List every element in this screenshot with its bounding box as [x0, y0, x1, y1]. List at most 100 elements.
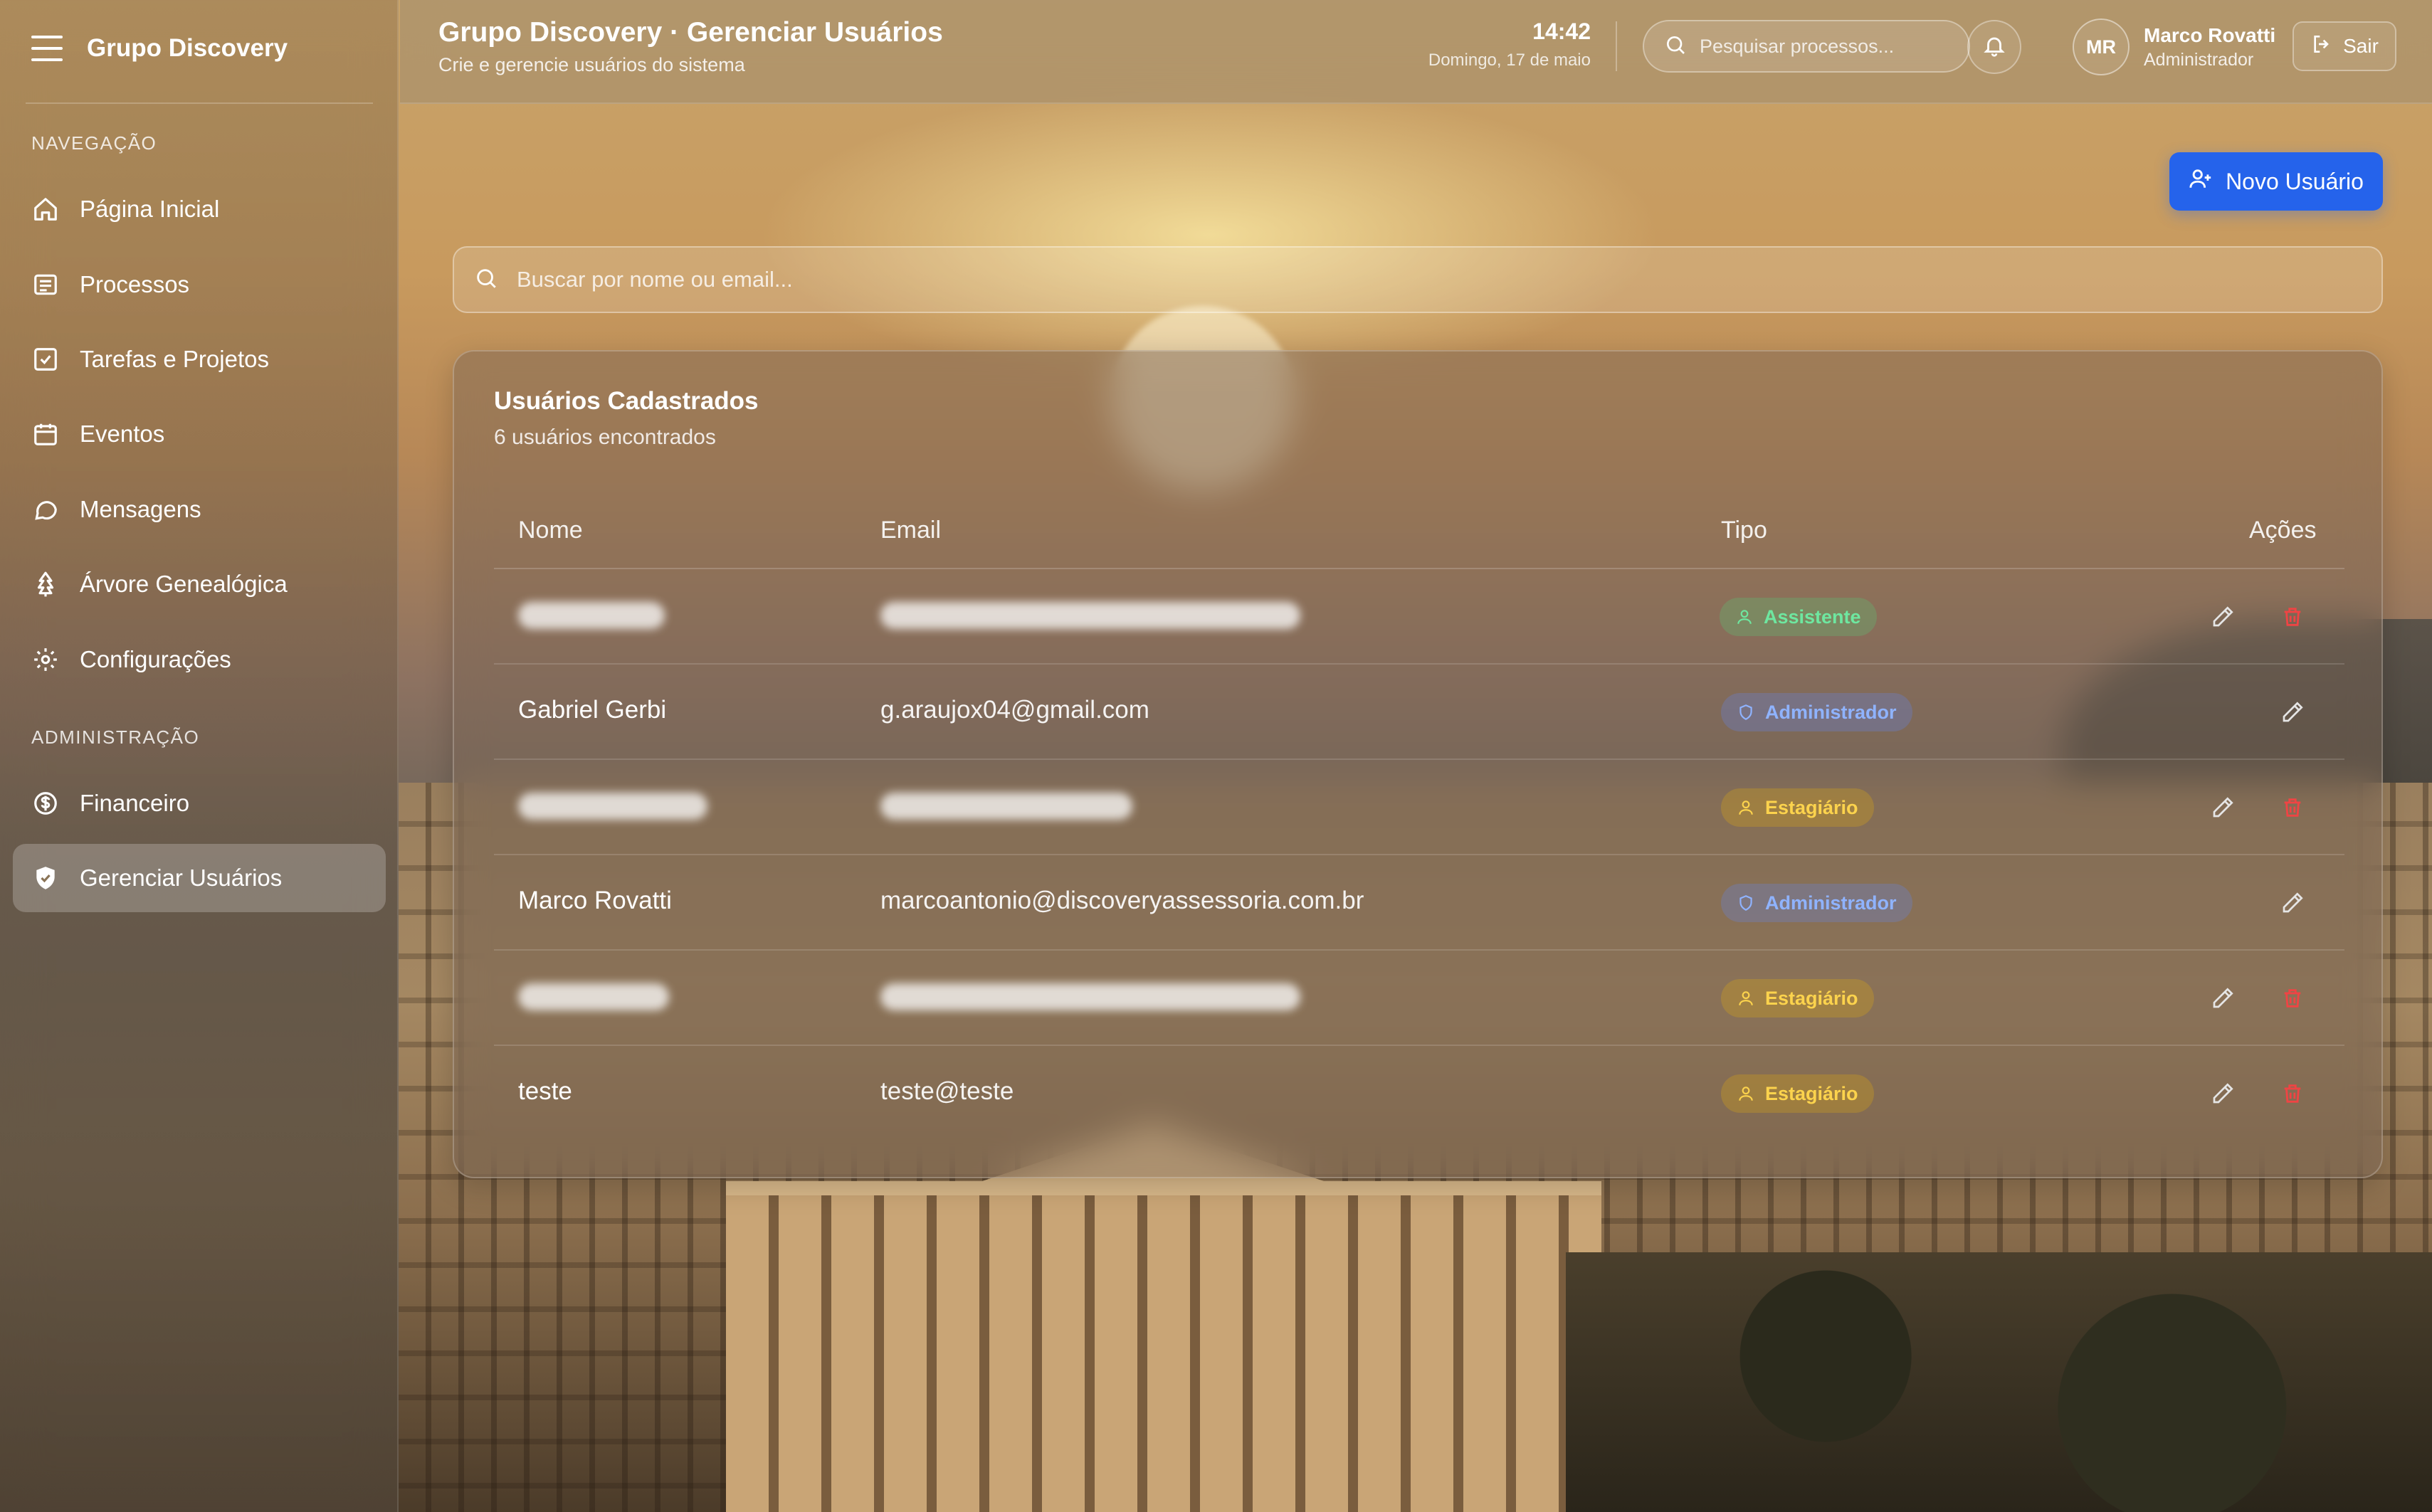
table-row: Estagiário [494, 760, 2344, 855]
new-user-label: Novo Usuário [2226, 168, 2364, 194]
sidebar-item-tarefas[interactable]: Tarefas e Projetos [13, 325, 386, 393]
users-card: Usuários Cadastrados 6 usuários encontra… [453, 350, 2383, 1178]
column-header-type: Tipo [1721, 517, 1767, 544]
sidebar-item-arvore[interactable]: Árvore Genealógica [13, 550, 386, 618]
edit-icon[interactable] [2206, 1077, 2239, 1110]
background-trees [1566, 1252, 2432, 1512]
sidebar-item-processos[interactable]: Processos [13, 250, 386, 319]
clock-time: 14:42 [1532, 18, 1591, 44]
header-search-input[interactable] [1700, 35, 1969, 58]
sidebar-item-home[interactable]: Página Inicial [13, 175, 386, 243]
bell-icon [1982, 33, 2006, 61]
sidebar-item-label: Tarefas e Projetos [80, 346, 269, 372]
table-row: teste teste@teste Estagiário [494, 1046, 2344, 1141]
redacted-name [518, 983, 669, 1010]
home-icon [31, 195, 60, 223]
user-icon [1739, 991, 1753, 1005]
hamburger-icon[interactable] [31, 36, 63, 61]
edit-icon[interactable] [2206, 601, 2239, 633]
shield-icon [1739, 704, 1752, 720]
calendar-icon [31, 420, 60, 448]
shield-icon [1739, 895, 1752, 911]
shield-icon [31, 864, 60, 892]
table-row: Gabriel Gerbi g.araujox04@gmail.com Admi… [494, 665, 2344, 760]
page-title: Grupo Discovery · Gerenciar Usuários [438, 17, 943, 48]
sidebar-item-label: Mensagens [80, 496, 201, 522]
type-badge-label: Estagiário [1765, 1082, 1858, 1104]
background-building [726, 1181, 1601, 1512]
header-divider [1616, 21, 1617, 71]
table-row: Estagiário [494, 951, 2344, 1046]
user-name-cell: teste [518, 1077, 572, 1105]
sidebar-item-label: Gerenciar Usuários [80, 865, 283, 891]
logout-label: Sair [2343, 35, 2379, 57]
sidebar-item-mensagens[interactable]: Mensagens [13, 475, 386, 544]
clock-date: Domingo, 17 de maio [1428, 51, 1591, 70]
user-name-cell: Gabriel Gerbi [518, 696, 667, 724]
page-subtitle: Crie e gerencie usuários do sistema [438, 54, 745, 75]
user-email-cell: teste@teste [880, 1077, 1014, 1105]
brand-title: Grupo Discovery [87, 34, 288, 62]
type-badge-label: Estagiário [1765, 987, 1858, 1009]
column-header-actions: Ações [2249, 517, 2317, 544]
edit-icon[interactable] [2276, 696, 2309, 729]
dollar-circle-icon [31, 789, 60, 818]
table-row: Marco Rovatti marcoantonio@discoveryasse… [494, 855, 2344, 951]
edit-icon[interactable] [2206, 791, 2239, 824]
type-badge-label: Estagiário [1765, 796, 1858, 818]
sidebar-item-label: Página Inicial [80, 196, 220, 222]
sidebar-item-financeiro[interactable]: Financeiro [13, 769, 386, 837]
tree-icon [31, 570, 60, 598]
user-search[interactable] [453, 246, 2383, 313]
edit-icon[interactable] [2276, 887, 2309, 919]
redacted-email [880, 602, 1300, 629]
trash-icon[interactable] [2276, 982, 2309, 1015]
user-name: Marco Rovatti [2144, 24, 2276, 46]
brand: Grupo Discovery [31, 30, 288, 67]
user-email-cell: marcoantonio@discoveryassessoria.com.br [880, 887, 1364, 914]
type-badge: Estagiário [1721, 788, 1874, 827]
user-icon [1737, 610, 1752, 624]
type-badge: Assistente [1720, 598, 1877, 636]
card-subtitle: 6 usuários encontrados [494, 425, 716, 449]
edit-icon[interactable] [2206, 982, 2239, 1015]
type-badge: Estagiário [1721, 1074, 1874, 1113]
user-role: Administrador [2144, 50, 2254, 70]
sidebar-item-label: Configurações [80, 646, 231, 672]
column-header-name: Nome [518, 517, 583, 544]
add-user-icon [2189, 166, 2213, 196]
type-badge-label: Administrador [1765, 892, 1897, 914]
sidebar-item-label: Árvore Genealógica [80, 571, 288, 597]
card-title: Usuários Cadastrados [494, 387, 759, 415]
type-badge: Administrador [1721, 884, 1912, 922]
section-label-admin: ADMINISTRAÇÃO [31, 726, 200, 748]
user-search-input[interactable] [517, 267, 2381, 292]
redacted-name [518, 602, 665, 629]
sidebar-item-configuracoes[interactable]: Configurações [13, 625, 386, 694]
checkbox-icon [31, 345, 60, 374]
table-row: Assistente [494, 569, 2344, 665]
user-name-cell: Marco Rovatti [518, 887, 672, 914]
avatar[interactable]: MR [2073, 18, 2130, 75]
type-badge: Administrador [1721, 693, 1912, 731]
sidebar-item-label: Eventos [80, 421, 165, 447]
type-badge-label: Assistente [1764, 606, 1861, 628]
search-icon [474, 266, 498, 294]
sidebar-item-eventos[interactable]: Eventos [13, 400, 386, 468]
redacted-email [880, 793, 1132, 820]
trash-icon[interactable] [2276, 791, 2309, 824]
section-label-nav: NAVEGAÇÃO [31, 132, 157, 154]
notifications-button[interactable] [1967, 20, 2021, 74]
user-email-cell: g.araujox04@gmail.com [880, 696, 1149, 724]
logout-button[interactable]: Sair [2292, 21, 2396, 71]
redacted-name [518, 793, 707, 820]
gear-icon [31, 645, 60, 674]
document-list-icon [31, 270, 60, 299]
sidebar-item-label: Processos [80, 271, 190, 297]
header-search[interactable] [1643, 20, 1970, 73]
new-user-button[interactable]: Novo Usuário [2169, 152, 2383, 211]
trash-icon[interactable] [2276, 1077, 2309, 1110]
sidebar-item-gerenciar-usuarios[interactable]: Gerenciar Usuários [13, 844, 386, 912]
sidebar-divider [26, 102, 373, 104]
trash-icon[interactable] [2276, 601, 2309, 633]
